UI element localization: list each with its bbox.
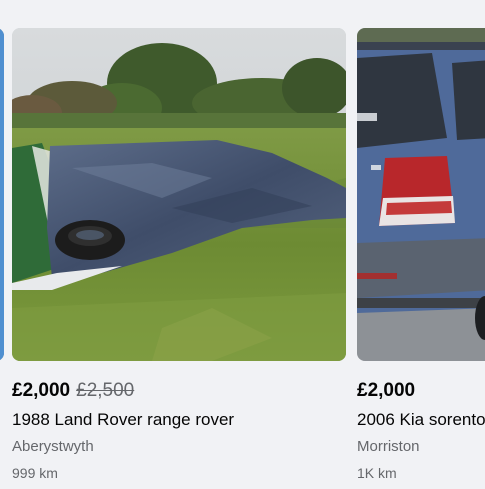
car-under-tarp-photo	[12, 28, 346, 361]
listing-photo[interactable]	[357, 28, 485, 361]
listing-photo[interactable]	[12, 28, 346, 361]
price-row: £2,000	[357, 380, 485, 404]
original-price: £2,500	[76, 380, 135, 401]
listing-location: Aberystwyth	[12, 438, 94, 455]
listing-location: Morriston	[357, 438, 420, 455]
listing-card-land-rover[interactable]: £2,000 £2,500 1988 Land Rover range rove…	[12, 28, 346, 483]
listing-card-partial[interactable]	[0, 28, 4, 361]
listing-title[interactable]: 2006 Kia sorento	[357, 408, 485, 432]
price: £2,000	[357, 380, 416, 401]
listing-title[interactable]: 1988 Land Rover range rover	[12, 408, 346, 432]
marketplace-listing-strip: £2,000 £2,500 1988 Land Rover range rove…	[0, 0, 485, 489]
listing-photo[interactable]	[0, 28, 4, 361]
price-row: £2,000 £2,500	[12, 380, 346, 404]
listing-card-kia[interactable]: £2,000 2006 Kia sorento Morriston 1K km	[357, 28, 485, 483]
listing-distance: 1K km	[357, 465, 397, 481]
price: £2,000	[12, 380, 71, 401]
blue-suv-rear-photo	[357, 28, 485, 361]
listing-distance: 999 km	[12, 465, 58, 481]
